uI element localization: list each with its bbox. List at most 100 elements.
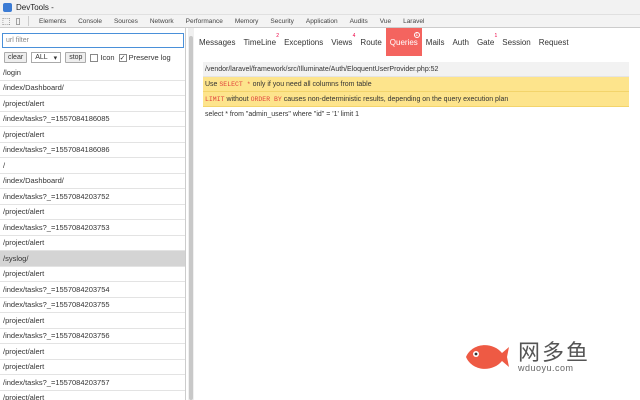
- icon-checkbox[interactable]: [90, 53, 99, 62]
- count-badge: 1: [494, 33, 498, 39]
- count-badge: 4: [352, 33, 356, 39]
- request-row[interactable]: /project/alert: [0, 344, 185, 360]
- watermark: 网多鱼 wduoyu.com: [462, 331, 622, 381]
- count-badge: 2: [276, 33, 280, 39]
- request-controls: clear ALL ▾ stop Icon ✓ Preserve log: [4, 52, 171, 63]
- query-hint-select-star: Use SELECT * only if you need all column…: [203, 77, 629, 92]
- fish-logo-icon: [466, 345, 509, 369]
- request-list: /login/index/Dashboard//project/alert/in…: [0, 65, 185, 400]
- icon-label: Icon: [100, 53, 115, 62]
- debugbar-tab-label: Auth: [452, 37, 469, 47]
- request-row[interactable]: /index/tasks?_=1557084186086: [0, 143, 185, 158]
- request-row[interactable]: /index/tasks?_=1557084203752: [0, 189, 185, 205]
- chevron-down-icon: ▾: [53, 54, 58, 62]
- request-row[interactable]: /project/alert: [0, 96, 185, 112]
- devtools-tab-list: Elements Console Sources Network Performance…: [33, 15, 430, 28]
- debugbar-tabs: Messages TimeLine 2 Exceptions Views 4 Route Qu…: [195, 28, 573, 56]
- debugbar-tab-label: Mails: [425, 37, 445, 47]
- devtools-tab-application[interactable]: Application: [300, 15, 344, 28]
- debugbar-tab-label: Queries: [389, 37, 418, 47]
- hint-text: Use: [205, 80, 220, 88]
- hint-text: without: [224, 95, 251, 103]
- request-row[interactable]: /syslog/: [0, 251, 185, 267]
- device-toolbar-icon[interactable]: ▯: [12, 15, 24, 27]
- method-select-value: ALL: [35, 54, 48, 61]
- request-row[interactable]: /project/alert: [0, 360, 185, 375]
- request-row[interactable]: /index/tasks?_=1557084203755: [0, 298, 185, 313]
- query-source-path: /vendor/laravel/framework/src/Illuminate…: [203, 62, 629, 77]
- request-row[interactable]: /index/Dashboard/: [0, 174, 185, 189]
- watermark-url: wduoyu.com: [518, 363, 574, 373]
- devtools-tab-console[interactable]: Console: [72, 15, 108, 28]
- request-row[interactable]: /project/alert: [0, 391, 185, 400]
- debugbar-tab-label: TimeLine: [243, 37, 277, 47]
- inspect-element-icon[interactable]: ⬚: [0, 15, 12, 27]
- devtools-tab-vue[interactable]: Vue: [374, 15, 397, 28]
- icon-toggle[interactable]: Icon: [90, 53, 115, 62]
- debugbar-tab-label: Views: [331, 37, 353, 47]
- stop-button[interactable]: stop: [65, 52, 87, 63]
- debugbar-tab-views[interactable]: Views 4: [327, 28, 356, 56]
- request-row[interactable]: /index/tasks?_=1557084186085: [0, 112, 185, 127]
- url-filter-input[interactable]: url filter: [2, 33, 184, 48]
- url-filter-placeholder: url filter: [6, 37, 29, 44]
- request-row[interactable]: /index/tasks?_=1557084203753: [0, 220, 185, 236]
- debugbar-tab-label: Session: [502, 37, 531, 47]
- devtools-tab-security[interactable]: Security: [264, 15, 299, 28]
- count-badge: 1: [413, 32, 420, 38]
- devtools-tabbar: ⬚ ▯ Elements Console Sources Network Perform…: [0, 15, 640, 28]
- request-row[interactable]: /login: [0, 65, 185, 81]
- debugbar-tab-queries[interactable]: Queries 1: [385, 28, 422, 56]
- request-row[interactable]: /index/tasks?_=1557084203754: [0, 282, 185, 298]
- request-row[interactable]: /project/alert: [0, 267, 185, 282]
- devtools-logo-icon: [3, 2, 12, 12]
- request-row[interactable]: /project/alert: [0, 236, 185, 251]
- devtools-tab-performance[interactable]: Performance: [180, 15, 229, 28]
- query-hint-limit: LIMIT without ORDER BY causes non-determ…: [203, 92, 629, 107]
- debugbar-tab-route[interactable]: Route: [356, 28, 385, 56]
- debugbar-tab-label: Gate: [476, 37, 495, 47]
- devtools-tab-sources[interactable]: Sources: [108, 15, 144, 28]
- request-row[interactable]: /project/alert: [0, 127, 185, 143]
- debugbar-tab-label: Route: [360, 37, 382, 47]
- request-row[interactable]: /: [0, 158, 185, 174]
- hint-text: causes non-deterministic results, depend…: [281, 95, 509, 103]
- request-row[interactable]: /index/Dashboard/: [0, 81, 185, 96]
- hint-keyword: LIMIT: [205, 95, 225, 103]
- window-titlebar: DevTools -: [0, 0, 640, 15]
- devtools-tab-memory[interactable]: Memory: [229, 15, 264, 28]
- debugbar-tab-label: Messages: [199, 37, 236, 47]
- preserve-log-toggle[interactable]: ✓ Preserve log: [118, 53, 171, 62]
- divider: [28, 16, 29, 26]
- request-panel: url filter clear ALL ▾ stop Icon ✓ Prese…: [0, 28, 186, 400]
- debugbar-tab-label: Exceptions: [284, 37, 324, 47]
- scrollbar-thumb[interactable]: [189, 36, 193, 400]
- window-title: DevTools -: [16, 2, 54, 12]
- devtools-tab-audits[interactable]: Audits: [344, 15, 374, 28]
- devtools-tab-network[interactable]: Network: [144, 15, 180, 28]
- request-row[interactable]: /project/alert: [0, 313, 185, 329]
- devtools-tab-elements[interactable]: Elements: [33, 15, 72, 28]
- query-sql: select * from "admin_users" where "id" =…: [205, 111, 360, 118]
- devtools-tab-laravel[interactable]: Laravel: [397, 15, 430, 28]
- request-row[interactable]: /index/tasks?_=1557084203757: [0, 375, 185, 391]
- debugbar-tab-timeline[interactable]: TimeLine 2: [239, 28, 280, 56]
- request-row[interactable]: /index/tasks?_=1557084203756: [0, 329, 185, 344]
- debugbar-tab-mails[interactable]: Mails: [422, 28, 449, 56]
- debugbar-tab-gate[interactable]: Gate 1: [473, 28, 498, 56]
- clear-button[interactable]: clear: [4, 52, 28, 63]
- debugbar-tab-auth[interactable]: Auth: [448, 28, 472, 56]
- debugbar-tab-messages[interactable]: Messages: [195, 28, 239, 56]
- hint-keyword: ORDER BY: [250, 95, 282, 103]
- request-list-scrollbar[interactable]: [188, 28, 194, 400]
- request-row[interactable]: /project/alert: [0, 205, 185, 220]
- hint-keyword: SELECT *: [219, 80, 251, 88]
- debugbar-tab-exceptions[interactable]: Exceptions: [280, 28, 327, 56]
- debugbar-tab-request[interactable]: Request: [535, 28, 573, 56]
- preserve-log-checkbox[interactable]: ✓: [118, 53, 127, 62]
- preserve-log-label: Preserve log: [128, 53, 171, 62]
- debugbar-tab-session[interactable]: Session: [498, 28, 534, 56]
- queries-content: /vendor/laravel/framework/src/Illuminate…: [203, 62, 629, 122]
- method-select[interactable]: ALL ▾: [31, 52, 62, 63]
- debugbar-tab-label: Request: [538, 37, 569, 47]
